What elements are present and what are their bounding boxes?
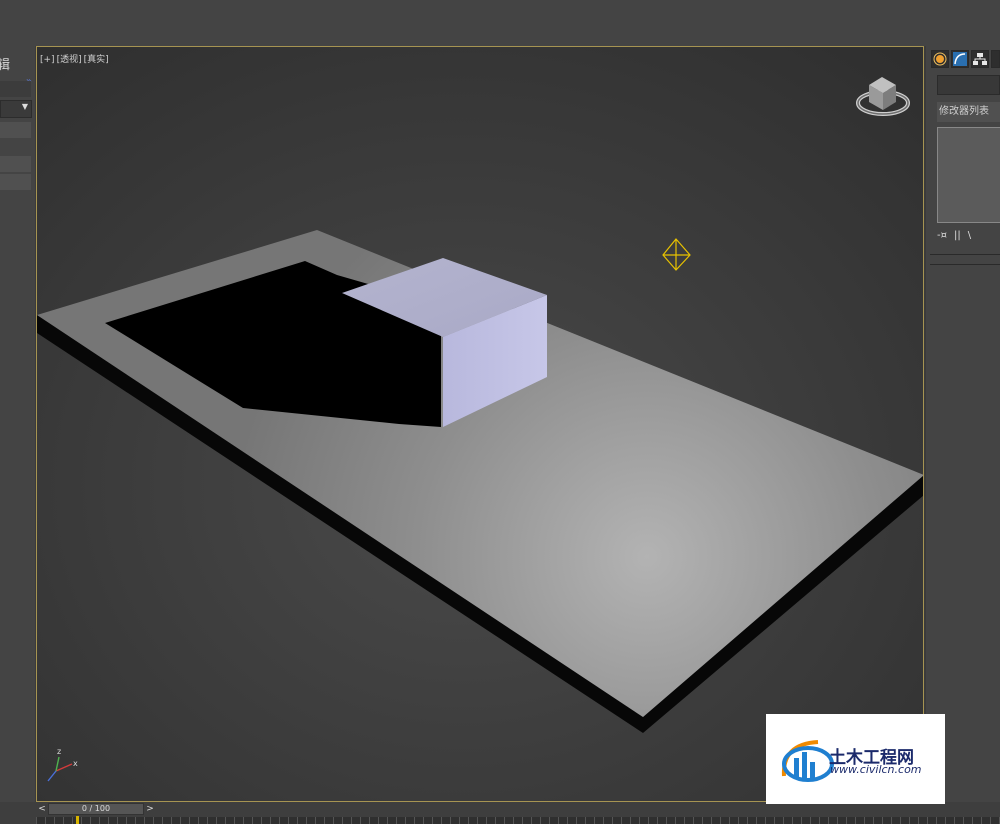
timeline-track[interactable] [36,817,1000,824]
panel-dropdown[interactable]: ▼ [0,100,32,118]
tab-create[interactable] [931,50,949,68]
panel-divider [930,264,1000,265]
timeline-bar: < 0 / 100 > [0,802,1000,824]
prev-frame-button[interactable]: < [36,803,48,815]
object-name-field[interactable] [937,75,1000,95]
perspective-viewport[interactable]: x z [+] [透视] [真实] [36,46,924,802]
axis-z-label: z [57,747,61,756]
pin-stack-icon[interactable]: -¤ [937,230,947,241]
show-end-result-icon[interactable]: || [954,230,961,241]
panel-toolbar [0,81,31,97]
tab-hierarchy[interactable] [971,50,989,68]
current-frame-marker[interactable] [76,816,79,824]
modifier-list-dropdown[interactable]: 修改器列表 [937,102,1000,122]
modifier-stack[interactable] [937,127,1000,223]
viewport-menu-shading[interactable]: [真实] [84,55,109,65]
panel-row[interactable] [0,156,31,172]
watermark-logo: 土木工程网 www.civilcn.com [766,714,945,804]
tab-motion[interactable] [991,50,1000,68]
watermark-url: www.civilcn.com [830,763,922,776]
panel-divider [930,254,1000,255]
axis-x-label: x [73,759,78,768]
brand-logo-icon [781,740,834,782]
create-icon [933,52,947,66]
panel-row[interactable] [0,122,31,138]
time-slider[interactable]: 0 / 100 [48,803,144,815]
panel-title: 辑 [0,58,11,73]
viewport-menu-plus[interactable]: [+] [40,55,55,65]
viewport-menu-view[interactable]: [透视] [57,55,82,65]
modify-icon [953,52,967,66]
viewport-scene[interactable]: x z [37,47,924,802]
dropdown-arrow-icon: ▼ [21,102,28,111]
hierarchy-icon [973,53,987,65]
stack-toolbar: -¤ || \ [937,230,978,248]
tab-modify[interactable] [951,50,969,68]
make-unique-icon[interactable]: \ [968,230,971,241]
top-toolbar [0,0,1000,46]
next-frame-button[interactable]: > [144,803,156,815]
viewport-label: [+] [透视] [真实] [40,52,111,65]
command-panel: 修改器列表 -¤ || \ [926,46,1000,806]
panel-row[interactable] [0,174,31,190]
scene-explorer-panel: 辑 » ▼ [0,46,35,806]
